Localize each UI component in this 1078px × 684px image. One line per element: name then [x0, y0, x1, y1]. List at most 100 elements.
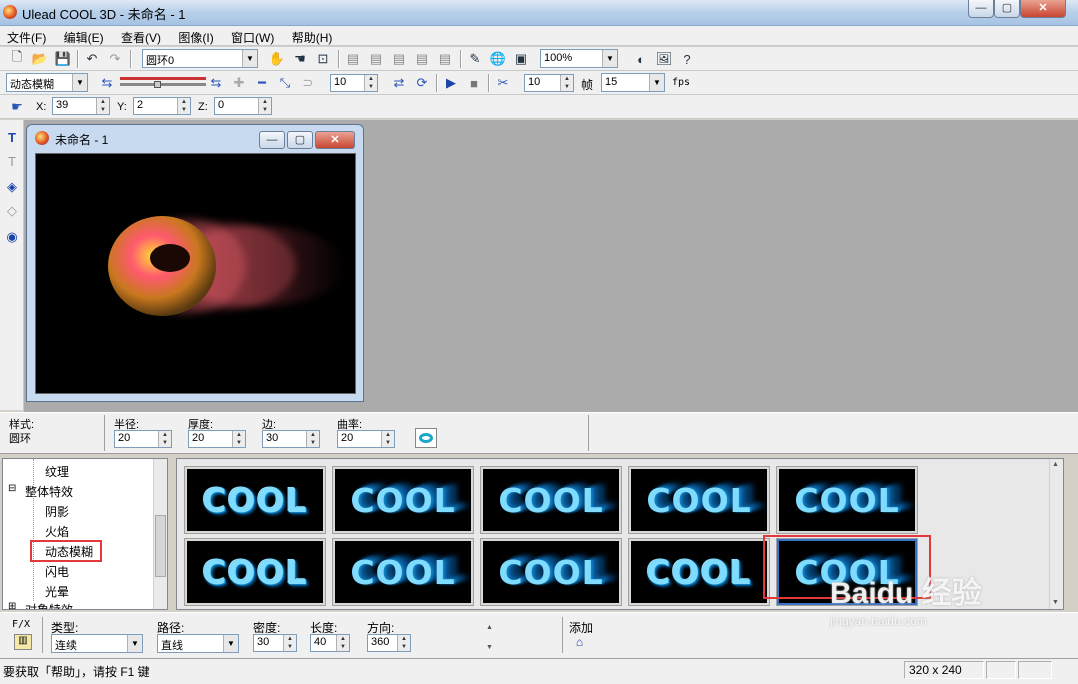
tree-item-texture[interactable]: 纹理	[45, 463, 69, 480]
tree-scrollbar[interactable]	[153, 459, 167, 609]
menu-help[interactable]: 帮助(H)	[285, 26, 340, 46]
path-select[interactable]: 直线 ▼	[157, 634, 239, 653]
insert-text-icon[interactable]: T	[3, 128, 21, 146]
timeline-thumb[interactable]	[154, 81, 161, 88]
expand-icon[interactable]: ⊞	[8, 601, 16, 612]
spinner-arrows-icon[interactable]: ▲ ▼	[364, 75, 377, 91]
remove-keyframe-icon[interactable]: ━	[253, 74, 271, 92]
edit-geometry-icon[interactable]: ◇	[3, 202, 21, 220]
z-spinner[interactable]: 0 ▲ ▼	[214, 97, 272, 115]
menu-file[interactable]: 文件(F)	[0, 26, 53, 46]
menu-view[interactable]: 查看(V)	[114, 26, 168, 46]
effect-select[interactable]: 动态模糊 ▼	[6, 73, 88, 92]
spinner-arrows-icon[interactable]: ▲ ▼	[381, 431, 394, 447]
spinner-arrows-icon[interactable]: ▲ ▼	[283, 635, 296, 651]
layer-icon[interactable]: ▤	[390, 50, 408, 68]
open-icon[interactable]: 📂	[31, 50, 49, 68]
tree-item-glow[interactable]: 光晕	[45, 583, 69, 600]
fps-select[interactable]: 15 ▼	[601, 73, 665, 92]
gallery-thumb[interactable]: COOL	[628, 538, 770, 606]
undo-icon[interactable]: ↶	[83, 50, 101, 68]
gallery-thumb[interactable]: COOL	[332, 466, 474, 534]
spinner-arrows-icon[interactable]: ▲ ▼	[336, 635, 349, 651]
speed-spinner[interactable]: 10 ▲ ▼	[524, 74, 574, 92]
edge-spinner[interactable]: 30 ▲ ▼	[262, 430, 320, 448]
smooth-icon[interactable]: ✂	[494, 74, 512, 92]
scroll-up-icon[interactable]: ▲	[1052, 461, 1059, 468]
layer-icon[interactable]: ▤	[413, 50, 431, 68]
add-keyframe-icon[interactable]: ✚	[230, 74, 248, 92]
minimize-button[interactable]: —	[968, 0, 994, 18]
save-icon[interactable]: 💾	[54, 50, 72, 68]
render-canvas[interactable]	[35, 153, 356, 394]
tree-item-fire[interactable]: 火焰	[45, 523, 69, 540]
layer-icon[interactable]: ▤	[367, 50, 385, 68]
spinner-arrows-icon[interactable]: ▲ ▼	[397, 635, 410, 651]
zoom-fit-icon[interactable]: ⊡	[314, 50, 332, 68]
gallery-thumb[interactable]: COOL	[184, 466, 326, 534]
effect-icon[interactable]: ◐	[632, 50, 650, 68]
edit-text-icon[interactable]: T	[3, 152, 21, 170]
x-spinner[interactable]: 39 ▲ ▼	[52, 97, 110, 115]
settings-scroll-icon[interactable]: ▲ ▼	[486, 623, 493, 653]
close-button[interactable]: ✕	[1020, 0, 1066, 18]
stop-icon[interactable]: ■	[465, 74, 483, 92]
menu-window[interactable]: 窗口(W)	[224, 26, 281, 46]
type-select[interactable]: 连续 ▼	[51, 634, 143, 653]
spinner-arrows-icon[interactable]: ▲ ▼	[232, 431, 245, 447]
fx-toggle-button[interactable]: ▥	[14, 634, 32, 650]
spinner-arrows-icon[interactable]: ▲ ▼	[306, 431, 319, 447]
maximize-button[interactable]: ▢	[994, 0, 1020, 18]
frame-spinner[interactable]: 10 ▲ ▼	[330, 74, 378, 92]
length-spinner[interactable]: 40 ▲ ▼	[310, 634, 350, 652]
torus-shape-button[interactable]	[415, 428, 437, 448]
gallery-thumb[interactable]: COOL	[480, 538, 622, 606]
density-spinner[interactable]: 30 ▲ ▼	[253, 634, 297, 652]
redo-icon[interactable]: ↷	[106, 50, 124, 68]
spinner-arrows-icon[interactable]: ▲ ▼	[158, 431, 171, 447]
spinner-arrows-icon[interactable]: ▲ ▼	[96, 98, 109, 114]
thickness-spinner[interactable]: 20 ▲ ▼	[188, 430, 246, 448]
tree-item-shadow[interactable]: 阴影	[45, 503, 69, 520]
doc-minimize-button[interactable]: —	[259, 131, 285, 149]
scrollbar-thumb[interactable]	[155, 515, 166, 577]
gallery-thumb[interactable]: COOL	[332, 538, 474, 606]
reverse-icon[interactable]: ⤡	[276, 74, 294, 92]
chart-icon[interactable]: ▣	[512, 50, 530, 68]
layer-icon[interactable]: ▤	[344, 50, 362, 68]
layer-icon[interactable]: ▤	[436, 50, 454, 68]
menu-edit[interactable]: 编辑(E)	[57, 26, 111, 46]
gallery-thumb[interactable]: COOL	[184, 538, 326, 606]
direction-spinner[interactable]: 360 ▲ ▼	[367, 634, 411, 652]
menu-image[interactable]: 图像(I)	[171, 26, 220, 46]
spinner-arrows-icon[interactable]: ▲ ▼	[258, 98, 271, 114]
repeat-icon[interactable]: ⟳	[413, 74, 431, 92]
timeline-slider[interactable]	[120, 77, 206, 89]
insert-geometry-icon[interactable]: ◈	[3, 178, 21, 196]
scroll-down-icon[interactable]: ▼	[1052, 599, 1059, 606]
gallery-thumb[interactable]: COOL	[776, 466, 918, 534]
keyframe-last-icon[interactable]: ⇆	[207, 74, 225, 92]
torus-icon[interactable]: ◉	[3, 228, 21, 246]
radius-spinner[interactable]: 20 ▲ ▼	[114, 430, 172, 448]
globe-icon[interactable]: 🌐	[489, 50, 507, 68]
hand-icon[interactable]: ✋	[268, 50, 286, 68]
spinner-arrows-icon[interactable]: ▲ ▼	[560, 75, 573, 91]
tools-icon[interactable]: ✎	[466, 50, 484, 68]
help-pointer-icon[interactable]: ?	[678, 50, 696, 68]
curve-spinner[interactable]: 20 ▲ ▼	[337, 430, 395, 448]
collapse-icon[interactable]: ⊟	[8, 483, 16, 494]
pingpong-icon[interactable]: ⇄	[390, 74, 408, 92]
new-icon[interactable]: 🗋	[8, 49, 26, 68]
spinner-arrows-icon[interactable]: ▲ ▼	[177, 98, 190, 114]
gallery-scrollbar[interactable]: ▲ ▼	[1049, 459, 1063, 609]
tree-item-lightning[interactable]: 闪电	[45, 563, 69, 580]
gallery-thumb[interactable]: COOL	[628, 466, 770, 534]
y-spinner[interactable]: 2 ▲ ▼	[133, 97, 191, 115]
move-object-icon[interactable]: ☛	[8, 98, 26, 116]
tree-item-object-effects[interactable]: 对象特效	[25, 601, 73, 609]
add-to-gallery-icon[interactable]: ⌂	[571, 635, 588, 651]
doc-maximize-button[interactable]: ▢	[287, 131, 313, 149]
object-select[interactable]: 圆环0 ▼	[142, 49, 258, 68]
zoom-select[interactable]: 100% ▼	[540, 49, 618, 68]
